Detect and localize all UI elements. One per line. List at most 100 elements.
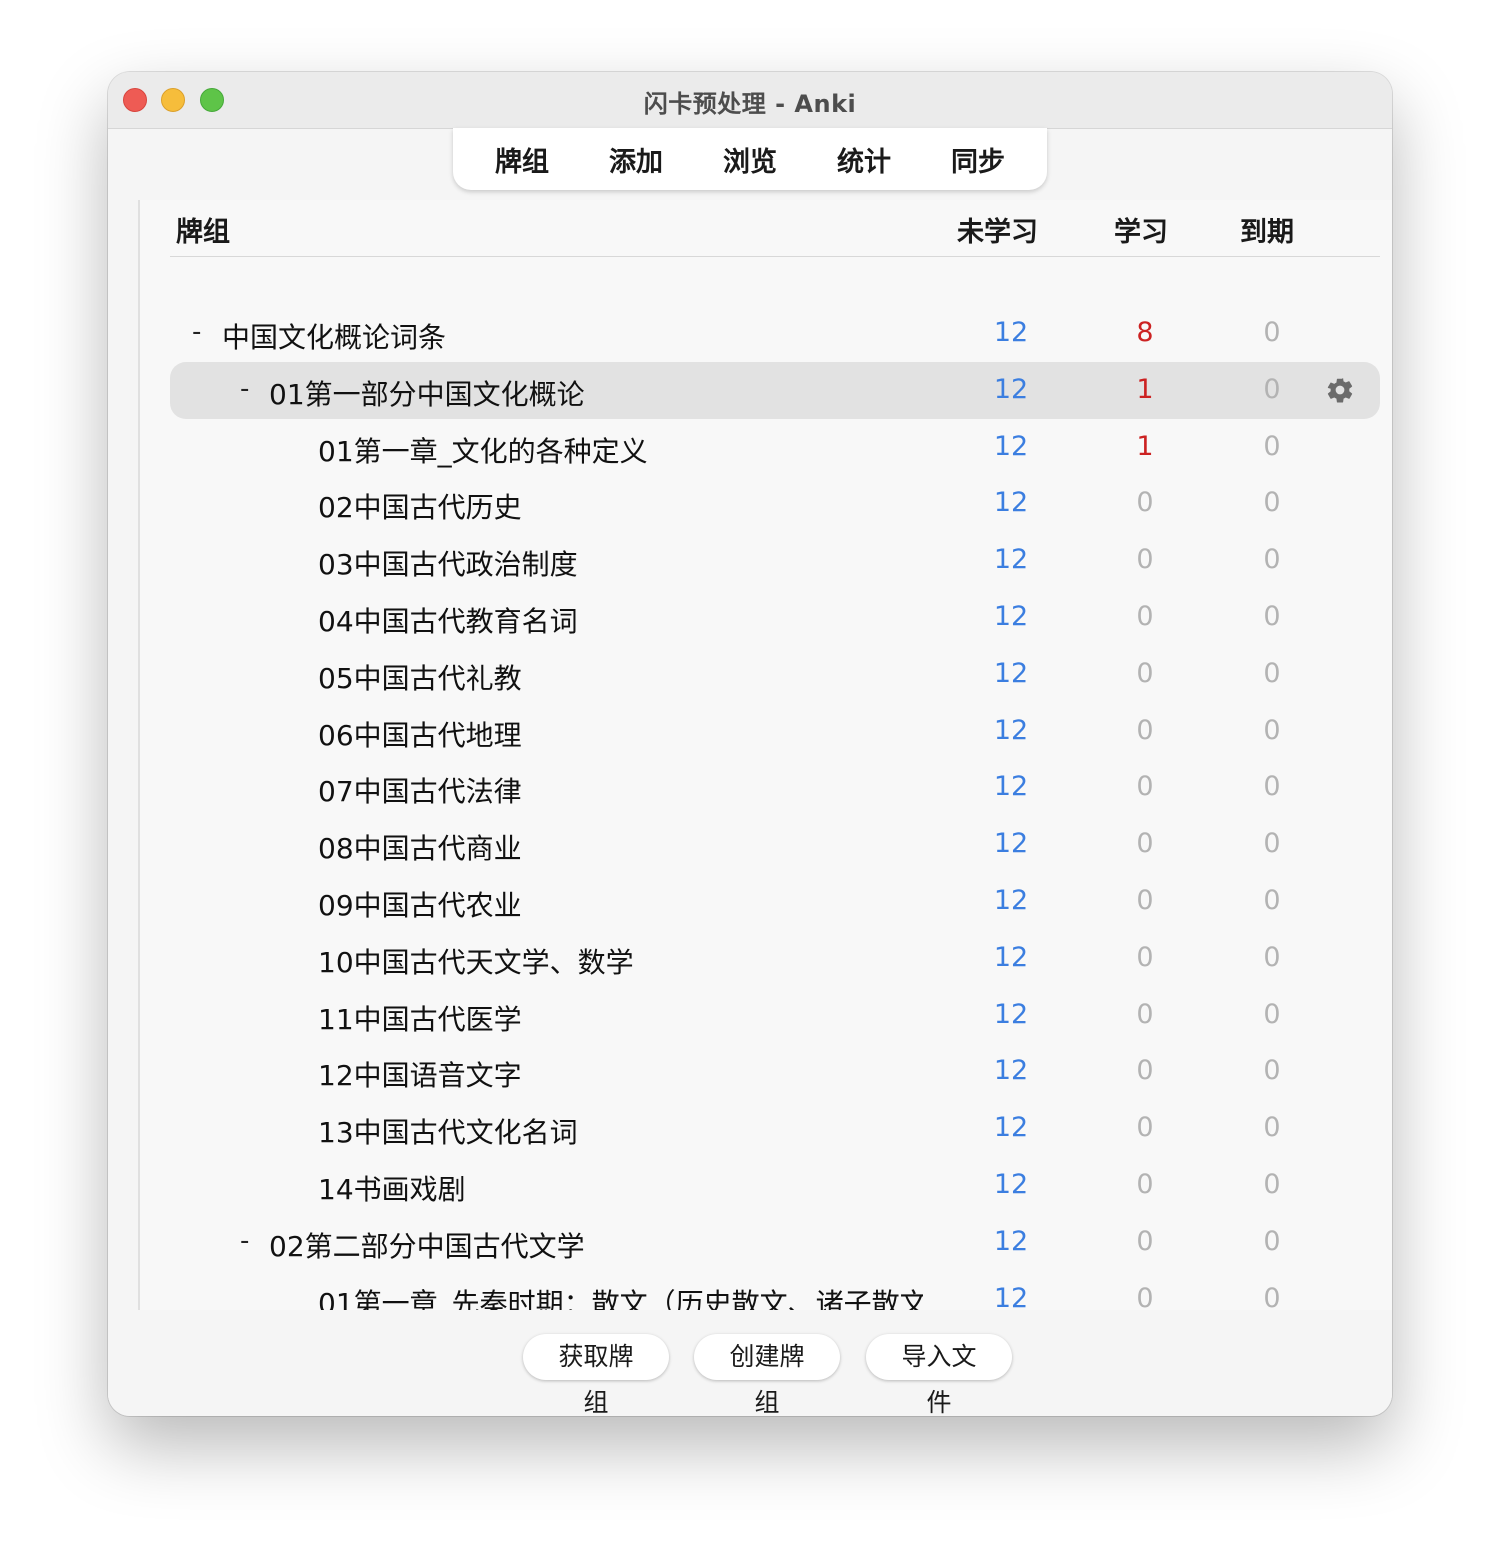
learn-count: 0 xyxy=(1136,657,1154,689)
deck-name[interactable]: 中国文化概论词条 xyxy=(222,316,446,356)
learn-count: 0 xyxy=(1136,1055,1154,1087)
toolbar-browse-button[interactable]: 浏览 xyxy=(713,136,787,183)
new-count: 12 xyxy=(993,430,1029,462)
due-count: 0 xyxy=(1263,885,1281,916)
new-count: 12 xyxy=(993,657,1029,689)
deck-row[interactable]: 07中国古代法律 12 0 0 xyxy=(170,759,1380,816)
toolbar-stats-button[interactable]: 统计 xyxy=(827,136,901,183)
learn-count: 0 xyxy=(1136,828,1154,860)
new-count: 12 xyxy=(993,1282,1029,1310)
collapse-toggle[interactable]: - xyxy=(240,1226,249,1256)
create-deck-button[interactable]: 创建牌组 xyxy=(694,1334,840,1416)
learn-count: 0 xyxy=(1136,1282,1154,1310)
deck-name[interactable]: 13中国古代文化名词 xyxy=(318,1111,578,1151)
toolbar-sync-button[interactable]: 同步 xyxy=(941,136,1015,183)
deck-name[interactable]: 12中国语音文字 xyxy=(318,1054,522,1094)
header-due: 到期 xyxy=(1240,217,1294,248)
deck-name[interactable]: 01第一部分中国文化概论 xyxy=(269,373,585,413)
deck-row[interactable]: 01第一章_文化的各种定义 12 1 0 xyxy=(170,419,1380,476)
deck-row[interactable]: -01第一部分中国文化概论 12 1 0 xyxy=(170,361,1380,419)
learn-count: 1 xyxy=(1136,430,1154,462)
header-learn: 学习 xyxy=(1114,217,1168,248)
due-count: 0 xyxy=(1263,1055,1281,1087)
deck-row[interactable]: 05中国古代礼教 12 0 0 xyxy=(170,646,1380,703)
deck-name[interactable]: 02第二部分中国古代文学 xyxy=(269,1225,585,1265)
new-count: 12 xyxy=(993,317,1029,348)
toolbar-add-button[interactable]: 添加 xyxy=(599,136,673,183)
deck-row[interactable]: - 中国文化概论词条 12 8 0 xyxy=(170,305,1380,362)
new-count: 12 xyxy=(993,1055,1029,1087)
due-count: 0 xyxy=(1263,1282,1281,1310)
due-count: 0 xyxy=(1263,373,1281,405)
deck-row[interactable]: 10中国古代天文学、数学 12 0 0 xyxy=(170,930,1380,987)
deck-row[interactable]: 03中国古代政治制度 12 0 0 xyxy=(170,532,1380,589)
deck-name[interactable]: 14书画戏剧 xyxy=(318,1168,466,1208)
due-count: 0 xyxy=(1263,544,1281,576)
deck-list-panel[interactable]: 牌组 未学习 学习 到期 - 中国文化概论词条 12 8 0-01第一部分中国文化概论 1… xyxy=(138,200,1392,1310)
new-count: 12 xyxy=(993,828,1029,860)
deck-name[interactable]: 03中国古代政治制度 xyxy=(318,543,578,583)
collapse-toggle[interactable]: - xyxy=(240,374,249,404)
deck-name[interactable]: 04中国古代教育名词 xyxy=(318,600,578,640)
learn-count: 0 xyxy=(1136,487,1154,519)
learn-count: 0 xyxy=(1136,941,1154,973)
learn-count: 0 xyxy=(1136,601,1154,632)
learn-count: 8 xyxy=(1136,317,1154,348)
deck-row[interactable]: -02第二部分中国古代文学 12 0 0 xyxy=(170,1214,1380,1271)
deck-name[interactable]: 01第一章_文化的各种定义 xyxy=(318,430,648,470)
deck-name[interactable]: 08中国古代商业 xyxy=(318,827,522,867)
new-count: 12 xyxy=(993,1169,1029,1200)
deck-row[interactable]: 06中国古代地理 12 0 0 xyxy=(170,703,1380,760)
deck-row[interactable]: 14书画戏剧 12 0 0 xyxy=(170,1157,1380,1214)
toolbar-decks-button[interactable]: 牌组 xyxy=(485,136,559,183)
due-count: 0 xyxy=(1263,317,1281,348)
import-file-button[interactable]: 导入文件 xyxy=(866,1334,1012,1416)
deck-name[interactable]: 09中国古代农业 xyxy=(318,884,522,924)
due-count: 0 xyxy=(1263,1112,1281,1144)
deck-name[interactable]: 01第一章_先秦时期：散文（历史散文、诸子散文 xyxy=(318,1282,923,1310)
due-count: 0 xyxy=(1263,601,1281,632)
new-count: 12 xyxy=(993,1225,1029,1257)
new-count: 12 xyxy=(993,941,1029,973)
anki-window: 闪卡预处理 - Anki 牌组 添加 浏览 统计 同步 牌组 未学习 学习 到期… xyxy=(108,72,1392,1416)
learn-count: 0 xyxy=(1136,771,1154,803)
deck-name[interactable]: 05中国古代礼教 xyxy=(318,657,522,697)
deck-row[interactable]: 09中国古代农业 12 0 0 xyxy=(170,873,1380,930)
new-count: 12 xyxy=(993,1112,1029,1144)
learn-count: 0 xyxy=(1136,1225,1154,1257)
get-shared-decks-button[interactable]: 获取牌组 xyxy=(523,1334,669,1416)
due-count: 0 xyxy=(1263,771,1281,803)
new-count: 12 xyxy=(993,601,1029,632)
window-title: 闪卡预处理 - Anki xyxy=(643,90,857,118)
deck-row[interactable]: 04中国古代教育名词 12 0 0 xyxy=(170,589,1380,646)
deck-options-gear-icon[interactable] xyxy=(1325,375,1355,405)
deck-name[interactable]: 06中国古代地理 xyxy=(318,714,522,754)
learn-count: 0 xyxy=(1136,1169,1154,1200)
new-count: 12 xyxy=(993,373,1029,405)
deck-table-header: 牌组 未学习 学习 到期 xyxy=(170,200,1380,257)
collapse-toggle[interactable]: - xyxy=(192,317,201,347)
deck-row[interactable]: 02中国古代历史 12 0 0 xyxy=(170,475,1380,532)
deck-row[interactable]: 08中国古代商业 12 0 0 xyxy=(170,816,1380,873)
learn-count: 1 xyxy=(1136,373,1154,405)
due-count: 0 xyxy=(1263,828,1281,860)
due-count: 0 xyxy=(1263,487,1281,519)
title-bar: 闪卡预处理 - Anki xyxy=(108,72,1392,129)
due-count: 0 xyxy=(1263,941,1281,973)
deck-row[interactable]: 11中国古代医学 12 0 0 xyxy=(170,987,1380,1044)
due-count: 0 xyxy=(1263,657,1281,689)
new-count: 12 xyxy=(993,487,1029,519)
learn-count: 0 xyxy=(1136,544,1154,576)
deck-name[interactable]: 07中国古代法律 xyxy=(318,770,522,810)
deck-row[interactable]: 13中国古代文化名词 12 0 0 xyxy=(170,1100,1380,1157)
due-count: 0 xyxy=(1263,430,1281,462)
deck-name[interactable]: 10中国古代天文学、数学 xyxy=(318,941,634,981)
bottom-bar: 获取牌组 创建牌组 导入文件 xyxy=(108,1310,1392,1416)
new-count: 12 xyxy=(993,885,1029,916)
deck-name[interactable]: 02中国古代历史 xyxy=(318,486,522,526)
deck-name[interactable]: 11中国古代医学 xyxy=(318,998,522,1038)
deck-row[interactable]: 12中国语音文字 12 0 0 xyxy=(170,1043,1380,1100)
deck-row[interactable]: 01第一章_先秦时期：散文（历史散文、诸子散文 12 0 0 xyxy=(170,1271,1380,1310)
learn-count: 0 xyxy=(1136,714,1154,746)
main-toolbar: 牌组 添加 浏览 统计 同步 xyxy=(453,128,1047,190)
